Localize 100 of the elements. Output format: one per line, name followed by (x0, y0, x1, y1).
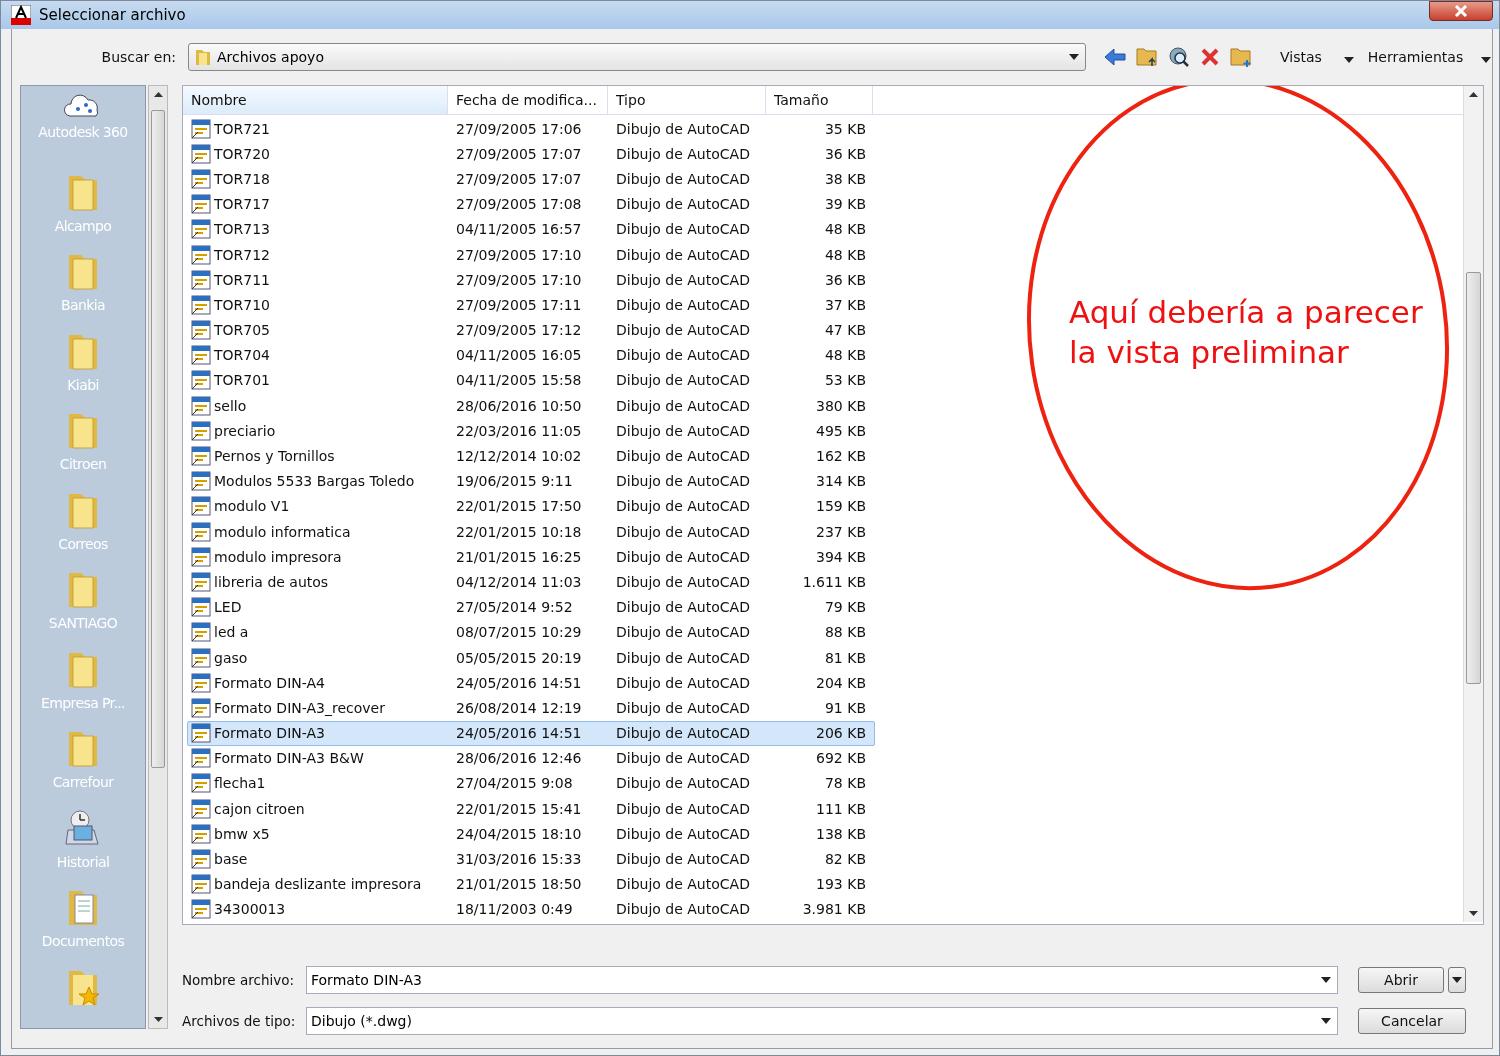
file-name-field[interactable]: Formato DIN-A3 (306, 966, 1338, 994)
file-name: TOR710 (214, 296, 271, 313)
close-button[interactable] (1429, 1, 1493, 21)
modified-date: 22/01/2015 17:50 (455, 498, 583, 515)
file-type: Dibujo de AutoCAD (615, 271, 751, 288)
file-row[interactable]: led a 08/07/2015 10:29 Dibujo de AutoCAD 88 KB (187, 619, 875, 645)
modified-date: 27/09/2005 17:10 (455, 271, 583, 288)
file-row[interactable]: Modulos 5533 Bargas Toledo 19/06/2015 9:11 Dibujo de AutoCAD 314 KB (187, 468, 875, 494)
file-row[interactable]: Formato DIN-A3 B&W 28/06/2016 12:46 Dibujo de AutoCAD 692 KB (187, 745, 875, 771)
file-name: libreria de autos (214, 573, 329, 590)
scroll-up-icon[interactable] (153, 92, 163, 97)
file-name: TOR720 (214, 145, 271, 162)
scrollbar-thumb[interactable] (1466, 272, 1481, 684)
file-row[interactable]: preciario 22/03/2016 11:05 Dibujo de AutoCAD 495 KB (187, 418, 875, 444)
file-type: Dibujo de AutoCAD (615, 523, 751, 540)
file-type: Dibujo de AutoCAD (615, 674, 751, 691)
modified-date: 21/01/2015 16:25 (455, 548, 583, 565)
file-row[interactable]: TOR712 27/09/2005 17:10 Dibujo de AutoCAD 48 KB (187, 241, 875, 268)
file-size: 79 KB (823, 599, 867, 616)
delete-icon[interactable] (1200, 47, 1220, 67)
file-row[interactable]: Formato DIN-A3_recover 26/08/2014 12:19 Dibujo de AutoCAD 91 KB (187, 695, 875, 721)
drawing-file-icon (191, 622, 211, 643)
drawing-file-icon (191, 874, 211, 895)
file-type-dropdown[interactable]: Dibujo (*.dwg) (306, 1007, 1338, 1035)
file-size: 204 KB (815, 674, 867, 691)
file-row[interactable]: LED 27/05/2014 9:52 Dibujo de AutoCAD 79 KB (187, 594, 875, 620)
modified-date: 04/11/2005 15:58 (455, 372, 583, 389)
file-name: TOR701 (214, 372, 271, 389)
modified-date: 28/06/2016 12:46 (455, 750, 583, 767)
new-folder-icon[interactable] (1230, 46, 1252, 68)
file-row[interactable]: bmw x5 24/04/2015 18:10 Dibujo de AutoCAD 138 KB (187, 821, 875, 847)
file-row[interactable]: TOR711 27/09/2005 17:10 Dibujo de AutoCAD 36 KB (187, 267, 875, 293)
file-row[interactable]: TOR720 27/09/2005 17:07 Dibujo de AutoCAD 36 KB (187, 141, 875, 167)
modified-date: 22/01/2015 15:41 (455, 800, 583, 817)
file-name: TOR711 (214, 271, 271, 288)
file-size: 48 KB (823, 221, 867, 238)
file-row[interactable]: modulo informatica 22/01/2015 10:18 Dibujo de AutoCAD 237 KB (187, 519, 875, 545)
file-type: Dibujo de AutoCAD (615, 800, 751, 817)
scroll-down-icon[interactable] (1469, 911, 1478, 916)
file-size: 47 KB (823, 322, 867, 339)
modified-date: 26/08/2014 12:19 (455, 699, 583, 716)
file-row[interactable]: TOR721 27/09/2005 17:06 Dibujo de AutoCAD 35 KB (187, 116, 875, 142)
back-arrow-icon[interactable] (1104, 48, 1126, 66)
look-in-dropdown[interactable]: Archivos apoyo (188, 43, 1086, 71)
tools-menu-button[interactable]: Herramientas (1363, 49, 1468, 65)
open-button[interactable]: Abrir (1358, 967, 1444, 993)
file-row[interactable]: gaso 05/05/2015 20:19 Dibujo de AutoCAD 81 KB (187, 644, 875, 671)
file-row[interactable]: cajon citroen 22/01/2015 15:41 Dibujo de AutoCAD 111 KB (187, 796, 875, 822)
file-row[interactable]: Pernos y Tornillos 12/12/2014 10:02 Dibujo de AutoCAD 162 KB (187, 443, 875, 469)
file-type: Dibujo de AutoCAD (615, 422, 751, 439)
drawing-file-icon (191, 294, 211, 315)
scroll-up-icon[interactable] (1469, 92, 1478, 97)
file-row[interactable]: TOR704 04/11/2005 16:05 Dibujo de AutoCAD 48 KB (187, 342, 875, 368)
drawing-file-icon (191, 219, 211, 240)
file-row[interactable]: TOR718 27/09/2005 17:07 Dibujo de AutoCAD 38 KB (187, 166, 875, 192)
file-type: Dibujo de AutoCAD (615, 448, 751, 465)
file-row[interactable]: bandeja deslizante impresora 21/01/2015 18:50 Dibujo de AutoCAD 193 KB (187, 871, 875, 897)
column-header[interactable]: Tamaño (766, 86, 873, 115)
file-row[interactable]: TOR701 04/11/2005 15:58 Dibujo de AutoCAD 53 KB (187, 367, 875, 394)
file-size: 314 KB (815, 473, 867, 490)
drawing-file-icon (191, 320, 211, 341)
file-name: TOR713 (214, 221, 271, 238)
file-row[interactable]: Formato DIN-A3 24/05/2016 14:51 Dibujo de AutoCAD 206 KB (187, 720, 875, 746)
file-type: Dibujo de AutoCAD (615, 196, 751, 213)
file-row[interactable]: flecha1 27/04/2015 9:08 Dibujo de AutoCAD 78 KB (187, 770, 875, 797)
cancel-button[interactable]: Cancelar (1358, 1008, 1466, 1034)
file-row[interactable]: TOR705 27/09/2005 17:12 Dibujo de AutoCAD 47 KB (187, 317, 875, 343)
file-row[interactable]: base 31/03/2016 15:33 Dibujo de AutoCAD 82 KB (187, 846, 875, 872)
drawing-file-icon (191, 143, 211, 164)
drawing-file-icon (191, 748, 211, 769)
close-icon (1454, 5, 1468, 17)
column-header[interactable]: Fecha de modifica... (448, 86, 608, 115)
file-size: 81 KB (823, 649, 867, 666)
drawing-file-icon (191, 571, 211, 592)
file-row[interactable]: Formato DIN-A4 24/05/2016 14:51 Dibujo de AutoCAD 204 KB (187, 670, 875, 696)
scrollbar-thumb[interactable] (151, 110, 165, 768)
modified-date: 27/09/2005 17:07 (455, 145, 583, 162)
file-size: 159 KB (815, 498, 867, 515)
file-row[interactable]: modulo V1 22/01/2015 17:50 Dibujo de AutoCAD 159 KB (187, 493, 875, 519)
file-row[interactable]: 34300013 18/11/2003 0:49 Dibujo de AutoCAD 3.981 KB (187, 896, 875, 922)
column-header[interactable]: Tipo (608, 86, 766, 115)
file-name: modulo impresora (214, 548, 342, 565)
file-row[interactable]: TOR717 27/09/2005 17:08 Dibujo de AutoCAD 39 KB (187, 191, 875, 217)
file-name: bmw x5 (214, 825, 270, 842)
file-row[interactable]: TOR713 04/11/2005 16:57 Dibujo de AutoCAD 48 KB (187, 216, 875, 242)
open-options-button[interactable] (1448, 967, 1466, 993)
folder-up-icon[interactable] (1136, 46, 1158, 68)
file-name: preciario (214, 422, 276, 439)
file-row[interactable]: sello 28/06/2016 10:50 Dibujo de AutoCAD 380 KB (187, 393, 875, 419)
file-row[interactable]: TOR710 27/09/2005 17:11 Dibujo de AutoCAD 37 KB (187, 292, 875, 318)
modified-date: 19/06/2015 9:11 (455, 473, 574, 490)
scroll-down-icon[interactable] (153, 1017, 163, 1022)
file-size: 37 KB (823, 296, 867, 313)
views-menu-button[interactable]: Vistas (1276, 49, 1326, 65)
file-row[interactable]: libreria de autos 04/12/2014 11:03 Dibujo de AutoCAD 1.611 KB (187, 569, 875, 595)
file-name: sello (214, 397, 247, 414)
search-icon[interactable] (1168, 46, 1190, 68)
file-row[interactable]: modulo impresora 21/01/2015 16:25 Dibujo de AutoCAD 394 KB (187, 544, 875, 570)
file-type: Dibujo de AutoCAD (615, 725, 751, 742)
column-header[interactable]: Nombre (183, 86, 448, 115)
